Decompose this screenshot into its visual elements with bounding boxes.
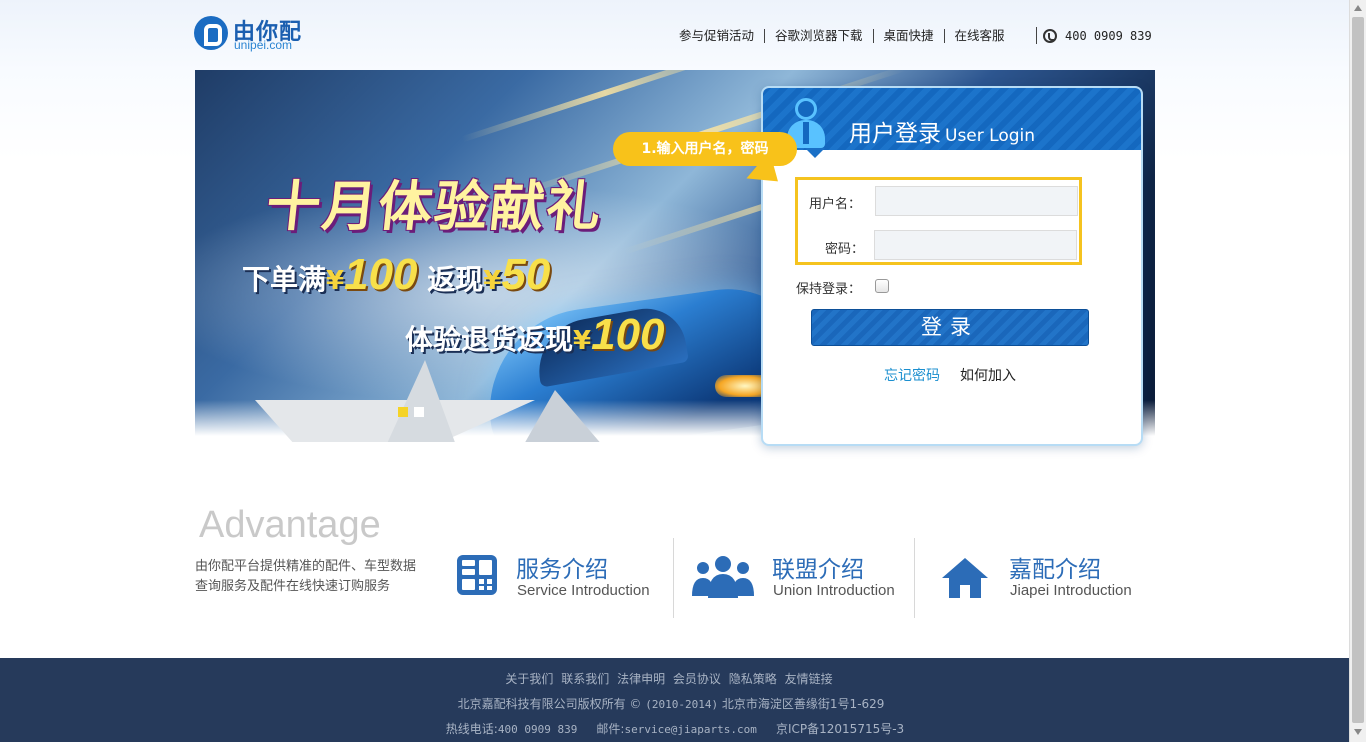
login-header: 用户登录 User Login — [763, 88, 1141, 150]
feature-jiapei[interactable]: 嘉配介绍 Jiapei Introduction — [940, 538, 1150, 618]
footer-icp[interactable]: 京ICP备12015715号-3 — [776, 722, 904, 736]
logo-mark-icon — [194, 16, 228, 50]
copyright-address: 北京市海淀区善缘街1号1-629 — [721, 697, 885, 711]
nav-online-service[interactable]: 在线客服 — [945, 29, 1015, 43]
advantage-description: 由你配平台提供精准的配件、车型数据查询服务及配件在线快速订购服务 — [195, 559, 417, 594]
footer-links: 关于我们 联系我们 法律申明 会员协议 隐私策略 友情链接 — [0, 670, 1338, 687]
login-title-cn: 用户登录 — [849, 121, 941, 147]
username-label: 用户名： — [809, 197, 862, 212]
decor-triangle — [515, 390, 615, 442]
promo-line-1: 下单满¥100 返现¥50 — [242, 250, 550, 300]
phone-icon — [1043, 28, 1057, 43]
promo2-prefix: 体验退货返现 — [405, 323, 574, 356]
nav-desktop-shortcut[interactable]: 桌面快捷 — [874, 29, 945, 43]
email-label: 邮件: — [596, 722, 625, 736]
scroll-thumb[interactable] — [1352, 17, 1364, 723]
login-hint-callout: 1.输入用户名，密码 — [613, 132, 797, 166]
slide-dot-2[interactable] — [414, 407, 424, 417]
footer-link-legal[interactable]: 法律申明 — [617, 672, 665, 686]
feature-union-subtitle: Union Introduction — [773, 582, 895, 599]
site-footer: 关于我们 联系我们 法律申明 会员协议 隐私策略 友情链接 北京嘉配科技有限公司… — [0, 658, 1349, 742]
vertical-scrollbar[interactable] — [1349, 0, 1366, 742]
top-nav: 参与促销活动 谷歌浏览器下载 桌面快捷 在线客服 — [670, 27, 1015, 45]
remember-label: 保持登录： — [796, 282, 862, 297]
feature-divider — [673, 538, 674, 618]
login-title-en: User Login — [945, 126, 1036, 146]
scroll-down-icon[interactable] — [1354, 729, 1362, 735]
feature-divider — [914, 538, 915, 618]
forgot-password-link[interactable]: 忘记密码 — [884, 365, 940, 385]
feature-jiapei-title: 嘉配介绍 — [1009, 557, 1101, 583]
people-group-icon — [692, 556, 754, 598]
hotline-label: 热线电话: — [445, 722, 498, 736]
advantage-title: Advantage — [199, 504, 381, 546]
footer-link-friends[interactable]: 友情链接 — [785, 672, 833, 686]
promo1-amount2: 50 — [501, 250, 551, 299]
footer-contact: 热线电话:400 0909 839 邮件:service@jiaparts.co… — [0, 720, 1350, 737]
remember-checkbox[interactable] — [875, 279, 889, 293]
calculator-icon — [457, 555, 497, 595]
login-panel: 用户登录 User Login 用户名： 密码： 保持登录： 登录 忘记密码 如何… — [761, 86, 1143, 446]
footer-copyright: 北京嘉配科技有限公司版权所有 © (2010-2014) 北京市海淀区善缘街1号… — [0, 695, 1342, 712]
footer-link-contact[interactable]: 联系我们 — [561, 672, 609, 686]
site-logo[interactable]: 由你配 unipei.com — [194, 14, 304, 54]
feature-service-title: 服务介绍 — [516, 557, 608, 583]
logo-subtext: unipei.com — [234, 38, 293, 52]
scroll-up-icon[interactable] — [1354, 5, 1362, 11]
feature-service[interactable]: 服务介绍 Service Introduction — [456, 538, 666, 618]
banner-headline: 十月体验献礼 — [263, 175, 606, 238]
username-input[interactable] — [875, 186, 1078, 216]
copyright-symbol: © — [629, 697, 642, 711]
nav-chrome-download[interactable]: 谷歌浏览器下载 — [765, 29, 874, 43]
hotline: 400 0909 839 — [1036, 27, 1152, 44]
slide-indicators — [398, 407, 424, 417]
promo1-yen1: ¥ — [326, 266, 345, 296]
copyright-years: (2010-2014) — [645, 698, 719, 711]
login-title: 用户登录 User Login — [849, 114, 1035, 148]
decor-triangle — [375, 360, 465, 442]
feature-service-subtitle: Service Introduction — [517, 582, 650, 599]
password-label: 密码： — [825, 242, 865, 257]
feature-jiapei-subtitle: Jiapei Introduction — [1010, 582, 1132, 599]
nav-promotions[interactable]: 参与促销活动 — [670, 29, 766, 43]
promo2-amount: 100 — [591, 310, 665, 359]
how-to-join-link[interactable]: 如何加入 — [960, 365, 1016, 385]
footer-link-about[interactable]: 关于我们 — [505, 672, 553, 686]
footer-hotline: 400 0909 839 — [497, 723, 578, 736]
login-header-pointer — [805, 148, 825, 158]
promo-line-2: 体验退货返现¥100 — [405, 310, 665, 360]
promo1-prefix: 下单满 — [242, 263, 327, 296]
hotline-number: 400 0909 839 — [1065, 28, 1152, 43]
feature-union[interactable]: 联盟介绍 Union Introduction — [691, 538, 906, 618]
footer-link-agreement[interactable]: 会员协议 — [673, 672, 721, 686]
footer-link-privacy[interactable]: 隐私策略 — [729, 672, 777, 686]
copyright-company: 北京嘉配科技有限公司版权所有 — [457, 697, 626, 711]
slide-dot-1[interactable] — [398, 407, 408, 417]
promo1-amount1: 100 — [344, 250, 418, 299]
login-button[interactable]: 登录 — [811, 309, 1089, 346]
promo1-yen2: ¥ — [483, 266, 502, 296]
password-input[interactable] — [874, 230, 1077, 260]
home-icon — [942, 558, 988, 598]
page: 由你配 unipei.com 参与促销活动 谷歌浏览器下载 桌面快捷 在线客服 … — [0, 0, 1349, 742]
promo2-yen: ¥ — [573, 326, 592, 356]
feature-union-title: 联盟介绍 — [772, 557, 864, 583]
footer-email[interactable]: service@jiaparts.com — [624, 723, 756, 736]
promo1-mid: 返现 — [427, 263, 484, 296]
